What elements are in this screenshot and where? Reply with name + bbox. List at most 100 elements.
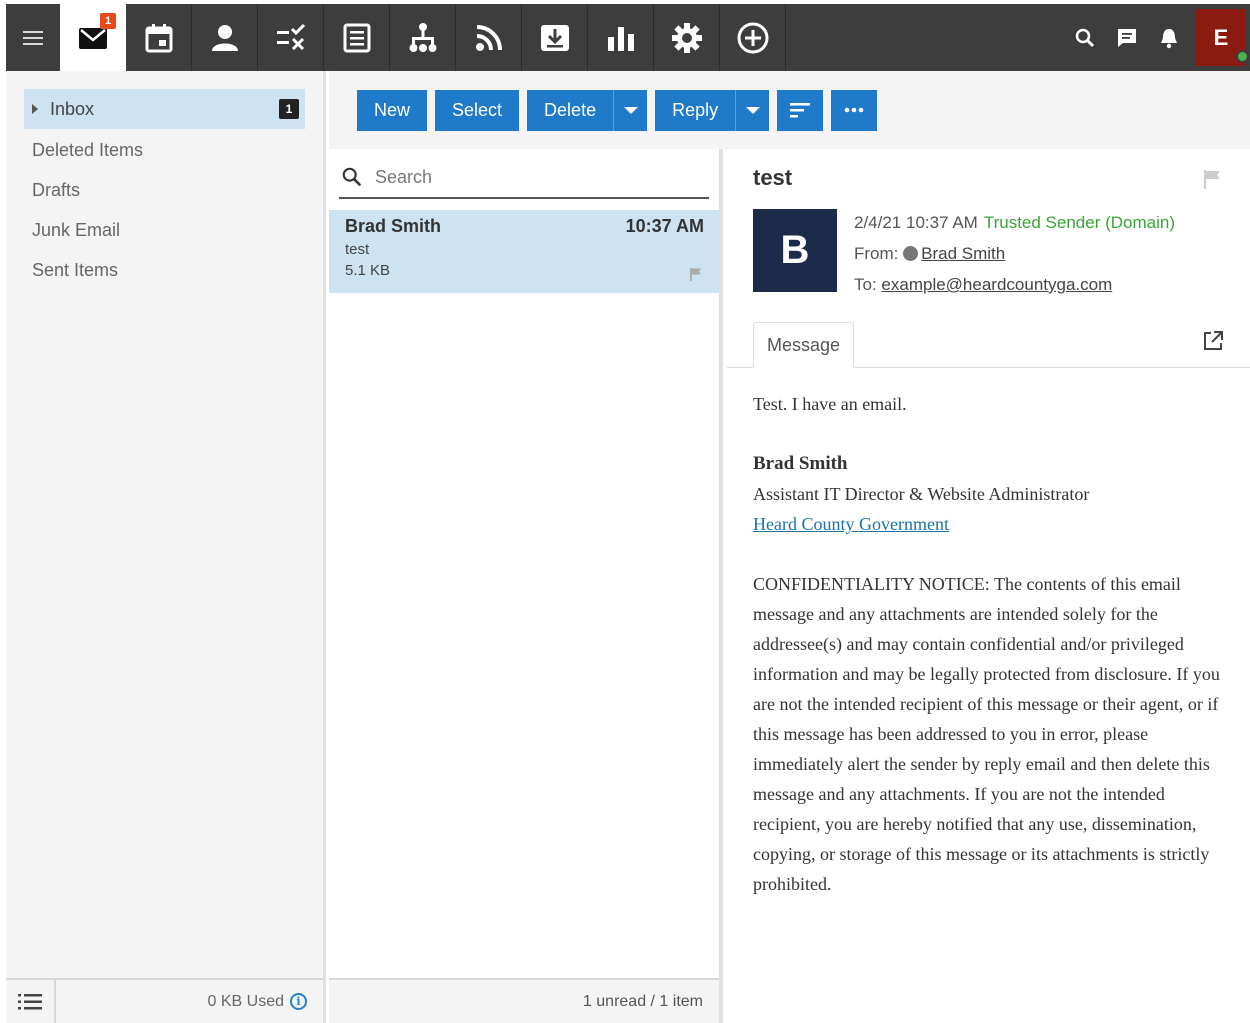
app-tab-contacts[interactable] [192, 4, 258, 71]
search-input[interactable] [375, 166, 675, 188]
delete-split-button: Delete [527, 89, 648, 131]
signature-link[interactable]: Heard County Government [753, 514, 949, 534]
message-sender: Brad Smith [345, 216, 442, 236]
folder-deleted-items[interactable]: Deleted Items [6, 130, 323, 170]
message-list-pane: Brad Smith 10:37 AM test 5.1 KB 1 unread… [329, 149, 723, 1023]
app-tab-settings[interactable] [654, 4, 720, 71]
app-tab-notes[interactable] [324, 4, 390, 71]
contacts-icon [211, 24, 238, 51]
folder-list-toggle-button[interactable] [6, 980, 56, 1023]
search-icon [342, 167, 362, 187]
folder-label: Sent Items [32, 259, 119, 280]
search-button[interactable] [1064, 26, 1106, 50]
list-icon [18, 993, 42, 1009]
unread-count-badge: 1 [279, 99, 299, 119]
message-tabs: Message [727, 322, 1250, 368]
mail-toolbar: New Select Delete Reply [329, 71, 1250, 149]
app-tab-reports[interactable] [588, 4, 654, 71]
reading-pane: test B 2/4/21 10:37 AM Trusted Sender (Do… [727, 149, 1250, 1023]
from-label: From: [854, 244, 899, 263]
reply-button[interactable]: Reply [655, 89, 736, 131]
info-icon[interactable]: i [290, 993, 307, 1010]
folder-inbox[interactable]: Inbox 1 [24, 89, 305, 129]
presence-dot-icon [903, 246, 919, 261]
folder-sent-items[interactable]: Sent Items [6, 250, 323, 290]
delete-button[interactable]: Delete [527, 89, 614, 131]
app-tab-file-storage[interactable] [522, 4, 588, 71]
message-subject-heading: test [753, 165, 793, 190]
list-status-bar: 1 unread / 1 item [329, 978, 719, 1023]
download-box-icon [540, 24, 569, 51]
folder-label: Junk Email [32, 219, 121, 240]
app-tab-add[interactable] [720, 4, 786, 71]
tasks-icon [276, 23, 305, 50]
bell-icon [1161, 28, 1177, 48]
chat-button[interactable] [1106, 26, 1148, 50]
message-time: 10:37 AM [625, 216, 704, 236]
message-header-meta: 2/4/21 10:37 AM Trusted Sender (Domain) F… [854, 207, 1175, 300]
confidentiality-notice: CONFIDENTIALITY NOTICE: The contents of … [753, 574, 1220, 894]
user-avatar[interactable]: E [1196, 9, 1249, 66]
calendar-icon [145, 23, 172, 52]
reply-split-button: Reply [655, 89, 770, 131]
message-body: Test. I have an email. Brad Smith Assist… [753, 389, 1223, 899]
chat-icon [1118, 28, 1136, 47]
sort-button[interactable] [777, 89, 824, 131]
signature-name: Brad Smith [753, 453, 848, 474]
caret-right-icon[interactable] [32, 104, 38, 114]
message-size: 5.1 KB [345, 262, 391, 279]
flag-icon[interactable] [689, 267, 703, 281]
message-subject: test [345, 241, 370, 258]
new-button[interactable]: New [357, 89, 428, 131]
feed-icon [475, 24, 502, 51]
chevron-down-icon [623, 106, 638, 114]
app-tab-feeds[interactable] [456, 4, 522, 71]
message-date: 2/4/21 10:37 AM [854, 213, 978, 232]
trusted-sender-label: Trusted Sender (Domain) [983, 213, 1175, 232]
folder-label: Drafts [32, 179, 81, 200]
search-icon [1075, 28, 1095, 47]
reply-dropdown-button[interactable] [735, 89, 770, 131]
chevron-down-icon [745, 106, 760, 114]
menu-icon [23, 30, 43, 45]
folder-drafts[interactable]: Drafts [6, 170, 323, 210]
add-circle-icon [737, 22, 768, 53]
hamburger-menu-button[interactable] [6, 4, 60, 71]
tab-message[interactable]: Message [753, 322, 854, 368]
sidebar-footer: 0 KB Used i [6, 978, 323, 1023]
folder-label: Inbox [50, 98, 95, 119]
gear-icon [671, 22, 702, 53]
user-initial: E [1213, 24, 1229, 50]
body-text: Test. I have an email. [753, 394, 907, 414]
storage-usage: 0 KB Used i [208, 993, 307, 1011]
sitemap-icon [409, 22, 436, 52]
from-sender-link[interactable]: Brad Smith [921, 244, 1005, 263]
mail-unread-badge: 1 [100, 13, 116, 29]
notifications-button[interactable] [1148, 26, 1190, 50]
select-button[interactable]: Select [435, 89, 520, 131]
top-app-bar: 1 E [6, 4, 1250, 71]
signature-title: Assistant IT Director & Website Administ… [753, 484, 1090, 504]
popout-icon[interactable] [1202, 330, 1224, 352]
delete-dropdown-button[interactable] [613, 89, 648, 131]
sort-icon [790, 103, 811, 118]
storage-used-text: 0 KB Used [207, 992, 284, 1010]
to-recipient-link[interactable]: example@heardcountyga.com [881, 275, 1112, 294]
folder-sidebar: Inbox 1 Deleted Items Drafts Junk Email … [6, 71, 326, 1023]
chart-icon [607, 26, 634, 51]
search-bar [339, 157, 709, 199]
folder-junk-email[interactable]: Junk Email [6, 210, 323, 250]
sender-avatar: B [753, 209, 837, 292]
app-tab-tasks[interactable] [258, 4, 324, 71]
flag-icon[interactable] [1202, 169, 1222, 189]
unread-status-text: 1 unread / 1 item [582, 992, 703, 1010]
notes-icon [343, 23, 370, 52]
folder-label: Deleted Items [32, 139, 144, 160]
online-status-dot [1236, 50, 1249, 63]
more-horizontal-icon [844, 107, 864, 113]
app-tab-mail[interactable]: 1 [60, 4, 126, 71]
app-tab-sitemap[interactable] [390, 4, 456, 71]
more-actions-button[interactable] [831, 89, 878, 131]
app-tab-calendar[interactable] [126, 4, 192, 71]
message-list-item[interactable]: Brad Smith 10:37 AM test 5.1 KB [329, 210, 719, 293]
